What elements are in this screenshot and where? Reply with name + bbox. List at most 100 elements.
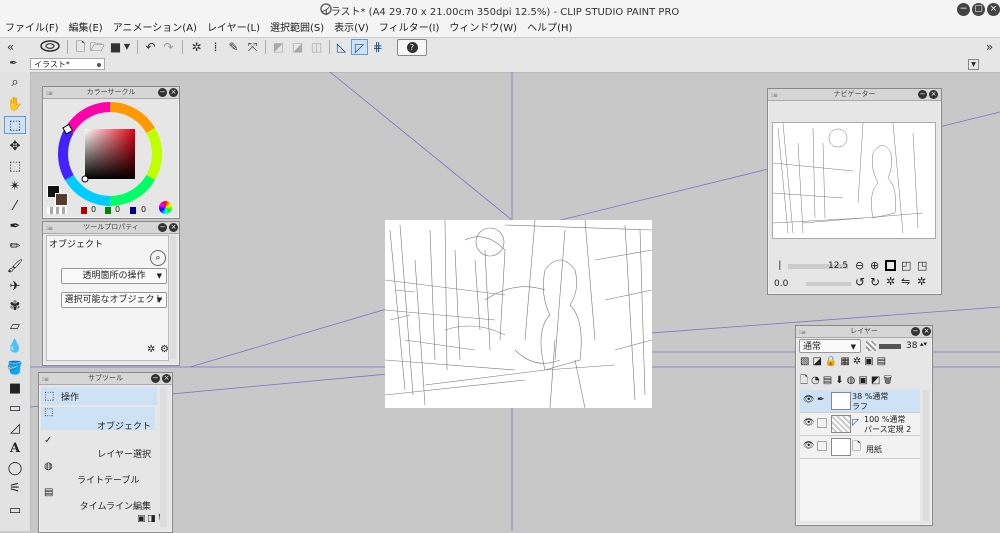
scrollbar[interactable] [160,387,167,527]
undo-icon[interactable]: ↶ [142,39,159,55]
close-tab-icon[interactable] [97,63,101,67]
collapse-left-icon[interactable]: « [2,39,19,55]
clip-studio-icon[interactable] [38,39,62,55]
close-panel-icon[interactable]: × [162,374,171,383]
menu-file[interactable]: ファイル(F) [0,20,64,37]
close-panel-icon[interactable]: × [169,88,178,97]
chevron-down-icon[interactable]: ▼ [122,39,132,55]
help-button[interactable]: ? [397,39,427,56]
operation-icon[interactable]: ⬚ [4,116,26,134]
eye-icon[interactable]: 👁 [803,418,814,428]
sub-color-swatch[interactable] [55,193,68,206]
snap-grid-icon[interactable]: ⋕ [369,39,386,55]
decoration-icon[interactable]: ✾ [4,298,26,316]
crop-icon[interactable]: ◫ [308,39,325,55]
folder-icon[interactable]: ▣ [137,514,146,524]
grip-icon[interactable]: ⁝≡ [771,90,778,101]
zoom-out-icon[interactable]: ⊖ [855,259,864,272]
sub-tool-layer-select[interactable]: ✓ レイヤー選択 [41,435,155,460]
close-panel-icon[interactable]: × [169,223,178,232]
grip-icon[interactable]: ⁝≡ [46,88,53,99]
clip-icon[interactable]: ◪ [812,356,824,367]
airbrush-icon[interactable]: ✈ [4,278,26,296]
pencil-icon[interactable]: ✏ [4,238,26,256]
new-vector-layer-icon[interactable]: ◔ [811,375,823,386]
transform-icon[interactable]: ⤧ [244,39,261,55]
checkbox[interactable] [817,441,827,451]
minimize-panel-icon[interactable]: − [158,223,167,232]
zoom-icon[interactable]: ⌕ [4,74,26,92]
panel-header[interactable]: ⁝≡ ナビゲーター − × [768,89,941,101]
grip-icon[interactable]: ⁝≡ [42,374,49,385]
move-layer-icon[interactable]: ✥ [4,138,26,156]
frame-icon[interactable]: ▭ [4,502,26,520]
minimize-panel-icon[interactable]: − [918,90,927,99]
layer-lock-icons[interactable]: ▧◪🔒▦✲▣▤ [800,356,928,370]
wrench-icon[interactable]: ⚙ [160,344,169,355]
layer-row-rough[interactable]: 👁 ✒ 38 %通常 ラフ [800,390,920,413]
panel-header[interactable]: ⁝≡ サブツール − × [39,373,172,385]
panel-header[interactable]: ⁝≡ レイヤー − × [796,326,932,338]
rotate-left-icon[interactable]: ↺ [855,275,865,289]
expression-color-icon[interactable]: ▧ [800,356,812,367]
menu-selection[interactable]: 選択範囲(S) [265,20,329,37]
pen-icon[interactable]: ✒ [4,218,26,236]
blend-mode-select[interactable]: 通常 ▼ [799,339,861,353]
grip-icon[interactable]: ⁝≡ [799,327,806,338]
actual-size-icon[interactable]: ◳ [917,259,927,272]
new-folder-icon[interactable]: ▤ [823,375,835,386]
document-tab[interactable]: イラスト* [30,58,105,70]
mask-icon[interactable]: ▣ [864,356,876,367]
flip-vertical-icon[interactable]: ✲ [917,275,926,288]
reference-icon[interactable]: ✲ [853,356,864,367]
collapse-right-icon[interactable]: » [981,39,998,55]
layer-command-icons[interactable]: 🗋◔▤⬇◍▣◩🗑 [800,373,928,387]
menu-help[interactable]: ヘルプ(H) [522,20,577,37]
navigator-preview[interactable] [772,122,936,239]
loading-icon[interactable]: ✲ [188,39,205,55]
figure-icon[interactable]: ▭ [4,400,26,418]
fill-icon[interactable]: ◪ [289,39,306,55]
panel-header[interactable]: ⁝≡ ツールプロパティ − × [43,222,179,234]
copy-icon[interactable]: ◨ [147,514,156,524]
menu-edit[interactable]: 編集(E) [64,20,108,37]
eraser-icon[interactable]: ▱ [4,318,26,336]
layer-row-paper[interactable]: 👁 🗋 用紙 [800,436,920,459]
menu-window[interactable]: ウィンドウ(W) [444,20,522,37]
snap-ruler-icon[interactable]: ◺ [333,39,350,55]
balloon-icon[interactable]: ◯ [4,460,26,478]
apply-mask-icon[interactable]: ◩ [871,375,883,386]
close-panel-icon[interactable]: × [922,327,931,336]
opacity-spin-icon[interactable]: ▴▾ [920,340,927,348]
zoom-in-icon[interactable]: ⊕ [870,259,879,272]
gradient-icon[interactable]: ■ [4,380,26,398]
ruler-icon[interactable]: ◿ [4,420,26,438]
color-wheel[interactable] [57,101,163,207]
transparent-operation-select[interactable]: 透明箇所の操作 ▼ [61,268,167,284]
sub-tool-object[interactable]: ⬚ オブジェクト [41,407,155,432]
search-icon[interactable]: ⌕ [150,250,166,266]
menu-layer[interactable]: レイヤー(L) [202,20,265,37]
lock-icon[interactable]: 🔒 [825,356,840,367]
scrollbar[interactable] [923,390,929,521]
fill-icon[interactable]: 🪣 [4,360,26,378]
redo-icon[interactable]: ↷ [160,39,177,55]
correction-icon[interactable]: ⚟ [4,480,26,498]
lock-alpha-icon[interactable]: ▦ [840,356,852,367]
snap-special-ruler-icon[interactable]: ◸ [351,39,368,55]
menu-animation[interactable]: アニメーション(A) [108,20,202,37]
scrollbar[interactable] [170,235,176,359]
minimize-panel-icon[interactable]: − [151,374,160,383]
fit-window-icon[interactable] [885,260,896,271]
sub-tool-light-table[interactable]: ◍ ライトテーブル [41,461,155,486]
panel-header[interactable]: ⁝≡ カラーサークル − × [43,87,179,99]
eyedropper-icon[interactable]: ⁄ [4,198,26,216]
color-mode-icon[interactable] [159,201,172,214]
blend-icon[interactable]: 💧 [4,338,26,356]
grid-select-icon[interactable]: ⁞ [207,39,224,55]
text-icon[interactable]: A [4,440,26,458]
eye-icon[interactable]: 👁 [803,441,814,451]
trash-icon[interactable]: 🗑 [883,375,895,386]
menu-view[interactable]: 表示(V) [329,20,374,37]
sub-tool-group[interactable]: ⬚ 操作 [41,387,157,405]
